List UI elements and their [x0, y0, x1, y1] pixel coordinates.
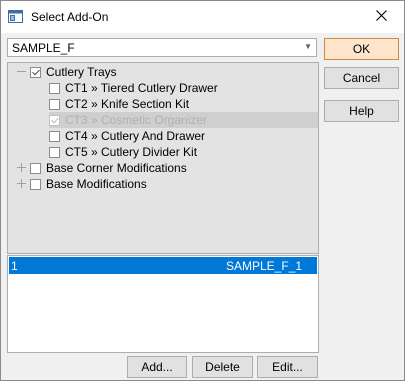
checkbox[interactable] [49, 98, 60, 110]
tree-item-ct3[interactable]: CT3 » Cosmetic Organizer [49, 112, 207, 128]
tree-item-label: CT2 » Knife Section Kit [65, 97, 190, 111]
cancel-button[interactable]: Cancel [324, 67, 399, 89]
tree-item-ct1[interactable]: CT1 » Tiered Cutlery Drawer [49, 80, 218, 96]
tree-item-label: CT1 » Tiered Cutlery Drawer [65, 81, 218, 95]
tree-item-ct5[interactable]: CT5 » Cutlery Divider Kit [49, 144, 197, 160]
addon-combo[interactable]: SAMPLE_F ▼ [7, 38, 317, 57]
close-button[interactable] [358, 1, 404, 33]
addon-combo-value: SAMPLE_F [12, 41, 75, 55]
checkbox[interactable] [49, 82, 60, 94]
list-item-name: SAMPLE_F_1 [226, 259, 303, 273]
add-button[interactable]: Add... [127, 356, 187, 378]
expand-icon[interactable] [17, 179, 26, 188]
checkbox[interactable] [30, 162, 41, 174]
list-item-index: 1 [11, 259, 18, 273]
app-window-icon [8, 10, 23, 23]
tree-item-label: CT5 » Cutlery Divider Kit [65, 145, 198, 159]
checkbox[interactable] [49, 130, 60, 142]
ok-button[interactable]: OK [324, 38, 399, 60]
help-button[interactable]: Help [324, 100, 399, 122]
title-bar: Select Add-On [1, 1, 404, 33]
tree-item-label: Base Corner Modifications [46, 161, 187, 175]
checkbox[interactable] [30, 66, 41, 78]
collapse-icon[interactable] [17, 67, 26, 76]
tree-item-label: Cutlery Trays [46, 65, 117, 79]
expand-icon[interactable] [17, 163, 26, 172]
tree-item-base-corner-modifications[interactable]: Base Corner Modifications [30, 160, 187, 176]
tree-item-ct4[interactable]: CT4 » Cutlery And Drawer [49, 128, 205, 144]
addon-tree[interactable]: Cutlery Trays CT1 » Tiered Cutlery Drawe… [7, 62, 319, 254]
list-item[interactable]: 1 SAMPLE_F_1 [9, 257, 317, 274]
edit-button[interactable]: Edit... [257, 356, 318, 378]
selected-addons-list[interactable]: 1 SAMPLE_F_1 [7, 255, 319, 353]
tree-item-cutlery-trays[interactable]: Cutlery Trays [30, 64, 117, 80]
tree-item-ct2[interactable]: CT2 » Knife Section Kit [49, 96, 189, 112]
window-title: Select Add-On [31, 10, 109, 24]
checkbox[interactable] [49, 146, 60, 158]
checkbox[interactable] [30, 178, 41, 190]
tree-item-label: CT4 » Cutlery And Drawer [65, 129, 206, 143]
tree-item-label: Base Modifications [46, 177, 147, 191]
checkbox [49, 114, 60, 126]
chevron-down-icon[interactable]: ▼ [304, 42, 312, 51]
close-icon [375, 10, 387, 24]
tree-item-label: CT3 » Cosmetic Organizer [65, 113, 208, 127]
delete-button[interactable]: Delete [192, 356, 253, 378]
select-addon-dialog: Select Add-On SAMPLE_F ▼ OK Cancel Help … [0, 0, 405, 381]
tree-item-base-modifications[interactable]: Base Modifications [30, 176, 147, 192]
